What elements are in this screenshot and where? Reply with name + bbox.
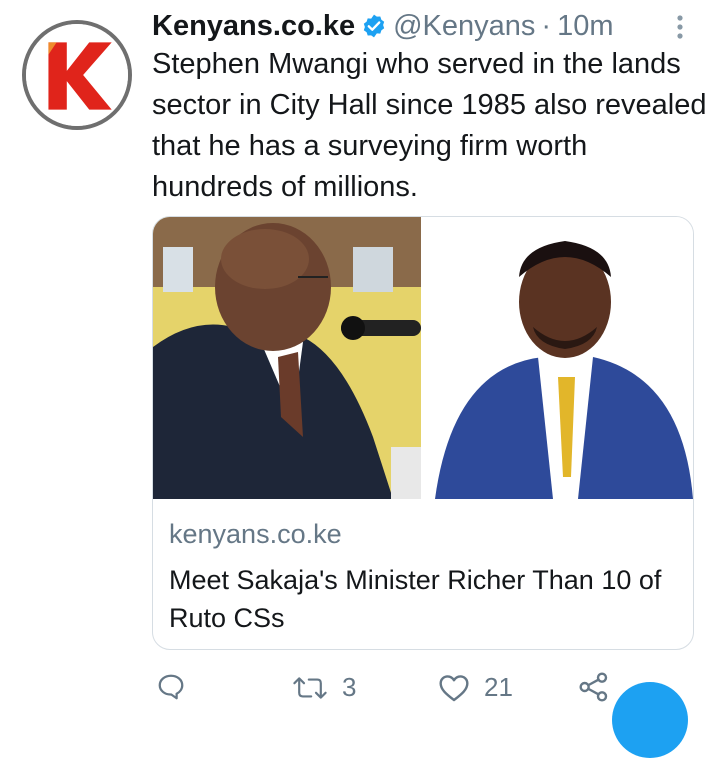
- card-title[interactable]: Meet Sakaja's Minister Richer Than 10 of…: [169, 561, 679, 637]
- tweet-text: Stephen Mwangi who served in the lands s…: [152, 48, 707, 203]
- retweet-icon: [293, 676, 327, 699]
- tweet-header: Kenyans.co.ke @Kenyans · 10m: [152, 4, 614, 48]
- card-domain: kenyans.co.ke: [169, 519, 342, 549]
- heart-icon: [439, 674, 469, 701]
- verified-badge-icon: [361, 13, 387, 39]
- retweet-button[interactable]: 3: [292, 672, 356, 703]
- avatar[interactable]: [22, 20, 132, 130]
- display-name[interactable]: Kenyans.co.ke: [152, 10, 355, 43]
- more-options-icon[interactable]: [668, 12, 692, 42]
- reply-button[interactable]: [156, 672, 186, 702]
- like-count: 21: [484, 672, 513, 702]
- user-handle[interactable]: @Kenyans: [393, 10, 535, 43]
- like-button[interactable]: 21: [438, 672, 513, 703]
- card-image[interactable]: [153, 217, 693, 499]
- reply-icon: [158, 674, 184, 700]
- compose-button[interactable]: [612, 682, 688, 758]
- share-button[interactable]: [578, 672, 610, 702]
- retweet-count: 3: [342, 672, 357, 702]
- link-card[interactable]: kenyans.co.ke Meet Sakaja's Minister Ric…: [152, 216, 694, 650]
- separator-dot: ·: [541, 9, 552, 42]
- timestamp[interactable]: 10m: [557, 10, 613, 43]
- kenyans-k-logo-icon: [26, 24, 128, 126]
- share-icon: [579, 672, 608, 702]
